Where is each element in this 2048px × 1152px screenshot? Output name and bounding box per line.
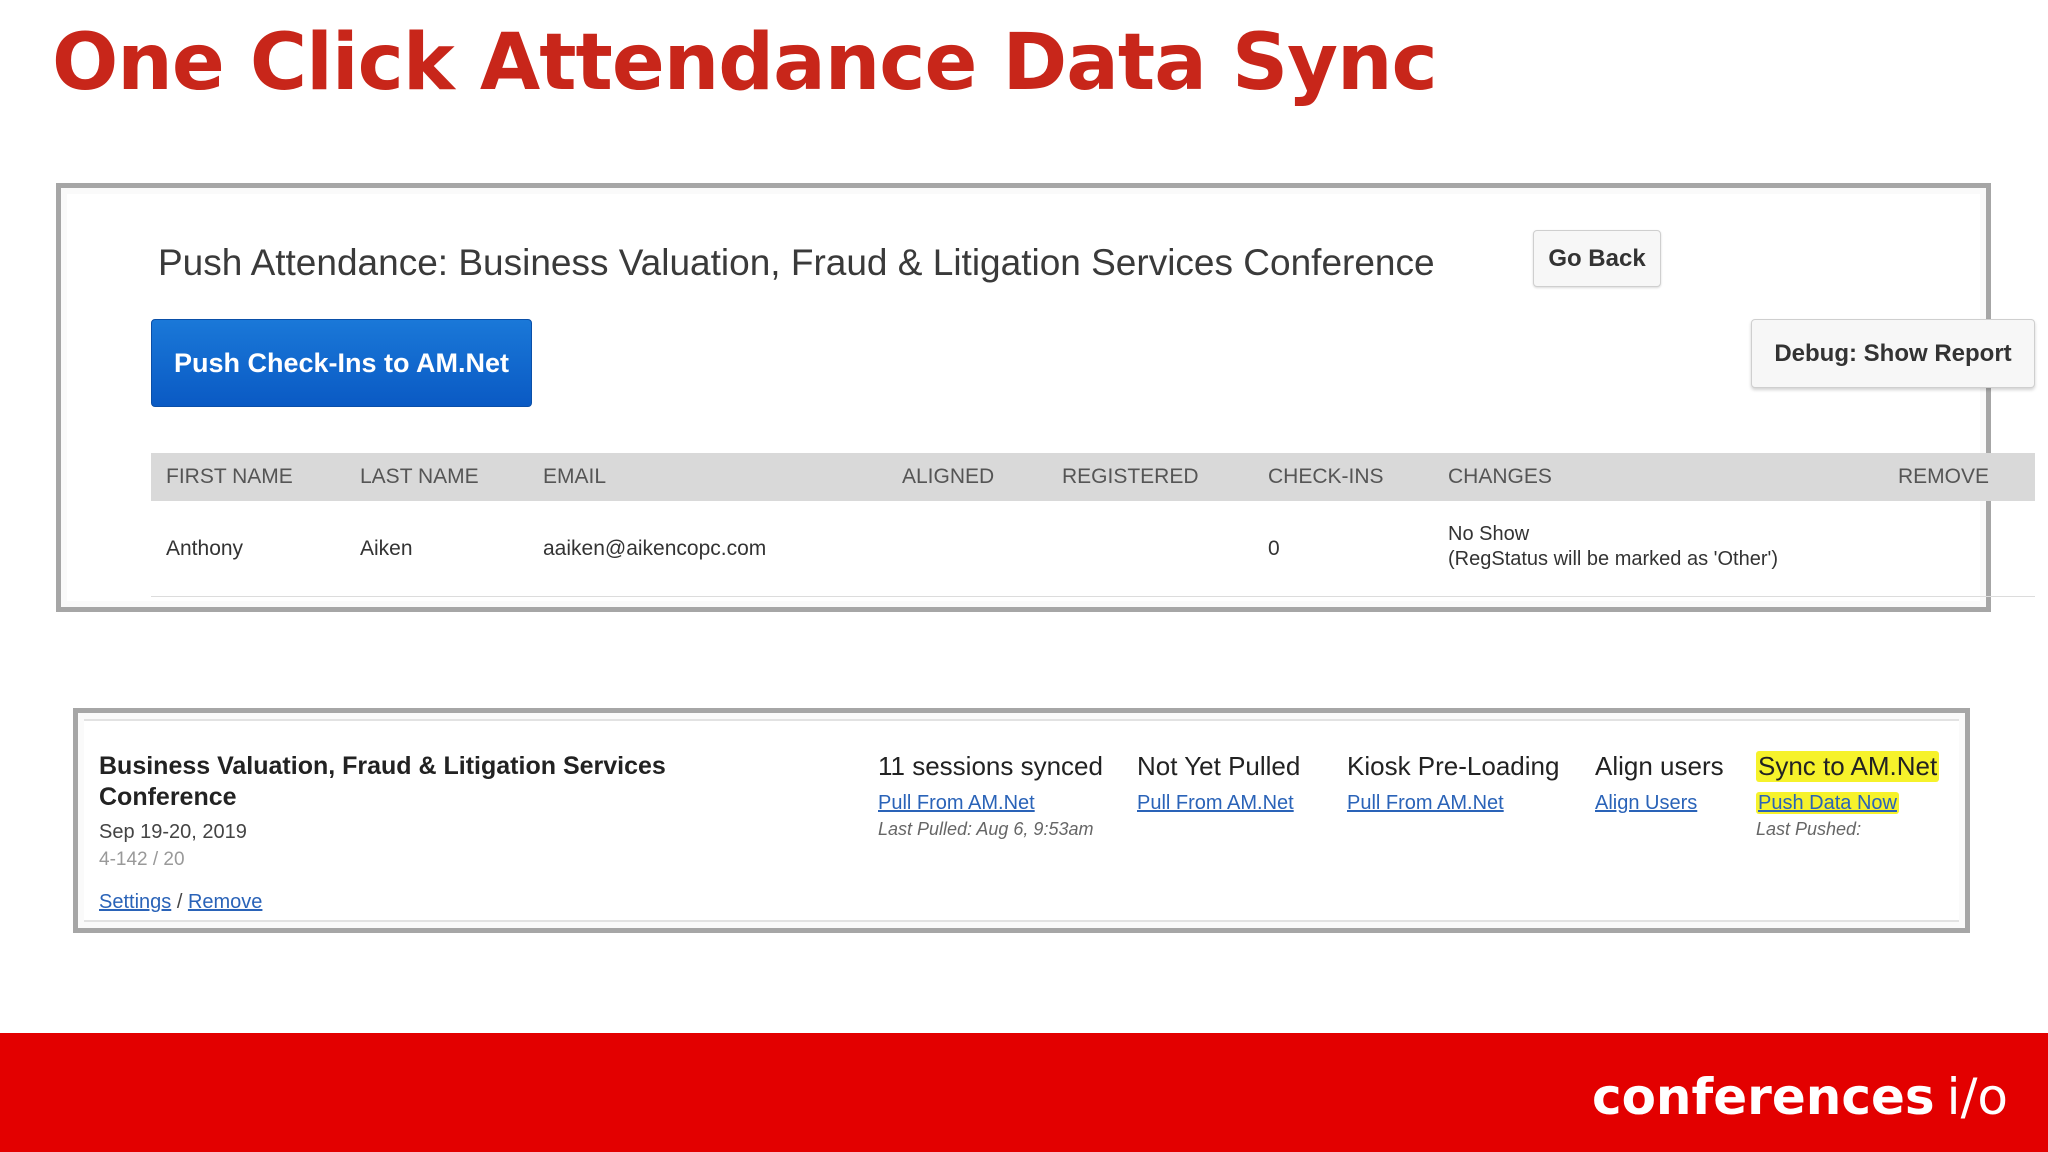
sync-to-amnet-heading: Sync to AM.Net [1756,751,1940,782]
attendance-table-header: FIRST NAME LAST NAME EMAIL ALIGNED REGIS… [151,453,2035,501]
brand-suffix: i/o [1946,1068,2008,1126]
align-users-column: Align users Align Users [1595,751,1724,815]
kiosk-preloading-column: Kiosk Pre-Loading Pull From AM.Net [1347,751,1559,815]
conference-code: 4-142 / 20 [99,849,185,870]
debug-show-report-button[interactable]: Debug: Show Report [1751,319,2035,388]
push-data-now-link[interactable]: Push Data Now [1756,792,1899,814]
table-row: Anthony Aiken aaiken@aikencopc.com 0 No … [151,501,2035,597]
pull-from-amnet-link[interactable]: Pull From AM.Net [878,792,1035,814]
sessions-synced-heading: 11 sessions synced [878,751,1103,781]
conference-sync-panel-body: Business Valuation, Fraud & Litigation S… [84,719,1959,922]
changes-note: (RegStatus will be marked as 'Other') [1448,548,1778,570]
column-header-check-ins[interactable]: CHECK-INS [1268,453,1384,501]
column-header-changes[interactable]: CHANGES [1448,453,1552,501]
not-yet-pulled-column: Not Yet Pulled Pull From AM.Net [1137,751,1300,815]
column-header-first-name[interactable]: FIRST NAME [166,453,293,501]
link-separator: / [171,891,188,913]
slide-title: One Click Attendance Data Sync [52,18,1438,108]
brand-logo: conferences i/o [1592,1068,2008,1126]
conference-name: Business Valuation, Fraud & Litigation S… [99,752,666,811]
push-attendance-title: Push Attendance: Business Valuation, Fra… [158,242,1435,283]
conference-sync-panel: Business Valuation, Fraud & Litigation S… [73,708,1970,933]
footer-bar: conferences i/o [0,1033,2048,1152]
push-attendance-panel: Push Attendance: Business Valuation, Fra… [56,183,2035,612]
first-name-cell: Anthony [166,537,244,560]
not-yet-pulled-heading: Not Yet Pulled [1137,751,1301,781]
last-name-cell: Aiken [360,537,413,560]
push-attendance-panel-body: Push Attendance: Business Valuation, Fra… [67,194,2035,601]
go-back-button[interactable]: Go Back [1533,230,1661,287]
push-check-ins-button[interactable]: Push Check-Ins to AM.Net [151,319,532,407]
column-header-remove[interactable]: REMOVE [1898,453,1989,501]
check-ins-cell: 0 [1268,537,1280,560]
conference-links: Settings / Remove [99,891,262,914]
column-header-registered[interactable]: REGISTERED [1062,453,1199,501]
column-header-aligned[interactable]: ALIGNED [902,453,994,501]
align-users-link[interactable]: Align Users [1595,792,1697,814]
pull-from-amnet-link-2[interactable]: Pull From AM.Net [1137,792,1294,814]
column-header-last-name[interactable]: LAST NAME [360,453,479,501]
last-pushed-text: Last Pushed: [1756,819,1862,839]
changes-status: No Show [1448,523,1530,545]
column-header-email[interactable]: EMAIL [543,453,606,501]
email-cell: aaiken@aikencopc.com [543,537,767,560]
sync-to-amnet-column: Sync to AM.Net Push Data Now Last Pushed… [1756,751,1940,840]
brand-name: conferences [1591,1068,1935,1126]
pull-from-amnet-link-3[interactable]: Pull From AM.Net [1347,792,1504,814]
remove-link[interactable]: Remove [188,891,262,913]
sessions-sync-column: 11 sessions synced Pull From AM.Net Last… [878,751,1103,840]
align-users-heading: Align users [1595,751,1724,781]
settings-link[interactable]: Settings [99,891,171,913]
last-pulled-text: Last Pulled: Aug 6, 9:53am [878,819,1094,839]
kiosk-preloading-heading: Kiosk Pre-Loading [1347,751,1560,781]
conference-dates: Sep 19-20, 2019 [99,821,247,843]
